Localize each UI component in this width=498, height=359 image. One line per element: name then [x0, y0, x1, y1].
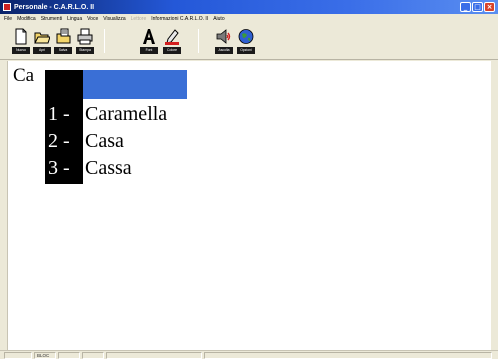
typed-text: Ca	[13, 65, 35, 86]
new-document-icon	[15, 28, 27, 45]
speak-button[interactable]: Ascolta	[215, 28, 233, 56]
prediction-word: Cassa	[85, 157, 132, 179]
menu-voice[interactable]: Voce	[87, 16, 98, 22]
status-pane	[204, 352, 492, 359]
prediction-number: 3 -	[48, 157, 70, 179]
status-pane	[106, 352, 202, 359]
pen-color-icon	[165, 29, 179, 45]
font-button[interactable]: Font	[140, 28, 158, 56]
menu-file[interactable]: File	[4, 16, 12, 22]
font-icon	[143, 29, 155, 44]
toolbar-separator	[198, 29, 199, 53]
open-button-label: Apri	[33, 47, 51, 54]
speak-button-label: Ascolta	[215, 47, 233, 54]
new-button[interactable]: Nuovo	[12, 28, 30, 56]
toolbar: Nuovo Apri Salva Stampa Font Colore Asco…	[0, 24, 498, 60]
options-button-label: Opzioni	[237, 47, 255, 54]
prediction-number: 2 -	[48, 130, 70, 152]
open-folder-icon	[34, 32, 50, 44]
print-button[interactable]: Stampa	[76, 28, 94, 56]
new-button-label: Nuovo	[12, 47, 30, 54]
menu-bar: File Modifica Strumenti Lingua Voce Visu…	[0, 14, 498, 24]
globe-icon	[238, 29, 254, 44]
app-window: Personale - C.A.R.L.O. II _ □ × File Mod…	[0, 0, 498, 359]
save-folder-icon	[56, 28, 71, 44]
color-button[interactable]: Colore	[163, 28, 181, 56]
printer-icon	[77, 28, 93, 45]
status-bar: BLOC	[0, 350, 498, 359]
prediction-word: Casa	[85, 130, 124, 152]
toolbar-separator	[104, 29, 105, 53]
prediction-number: 1 -	[48, 103, 70, 125]
title-bar: Personale - C.A.R.L.O. II _ □ ×	[0, 0, 498, 14]
font-button-label: Font	[140, 47, 158, 54]
status-pane	[58, 352, 80, 359]
speaker-icon	[216, 29, 231, 44]
close-button[interactable]: ×	[484, 2, 495, 12]
menu-help[interactable]: Aiuto	[213, 16, 224, 22]
maximize-button[interactable]: □	[472, 2, 483, 12]
save-button-label: Salva	[54, 47, 72, 54]
window-controls: _ □ ×	[460, 2, 495, 12]
options-button[interactable]: Opzioni	[237, 28, 255, 56]
menu-edit[interactable]: Modifica	[17, 16, 36, 22]
save-button[interactable]: Salva	[54, 28, 72, 56]
text-editor[interactable]: Ca 1 - Caramella 2 - Casa 3 - Cassa	[7, 61, 491, 350]
menu-language[interactable]: Lingua	[67, 16, 82, 22]
menu-info[interactable]: Informazioni C.A.R.L.O. II	[151, 16, 208, 22]
status-mode: BLOC	[34, 352, 56, 359]
minimize-button[interactable]: _	[460, 2, 471, 12]
print-button-label: Stampa	[76, 47, 94, 54]
menu-view[interactable]: Visualizza	[103, 16, 125, 22]
window-title: Personale - C.A.R.L.O. II	[14, 3, 95, 11]
menu-reader[interactable]: Lettore	[131, 16, 147, 22]
prediction-word: Caramella	[85, 103, 168, 125]
menu-tools[interactable]: Strumenti	[41, 16, 62, 22]
prediction-header	[83, 70, 187, 99]
word-prediction-list: 1 - Caramella 2 - Casa 3 - Cassa	[45, 70, 187, 184]
status-pane	[4, 352, 32, 359]
app-icon	[3, 3, 11, 11]
open-button[interactable]: Apri	[33, 28, 51, 56]
color-button-label: Colore	[163, 47, 181, 54]
status-pane	[82, 352, 104, 359]
